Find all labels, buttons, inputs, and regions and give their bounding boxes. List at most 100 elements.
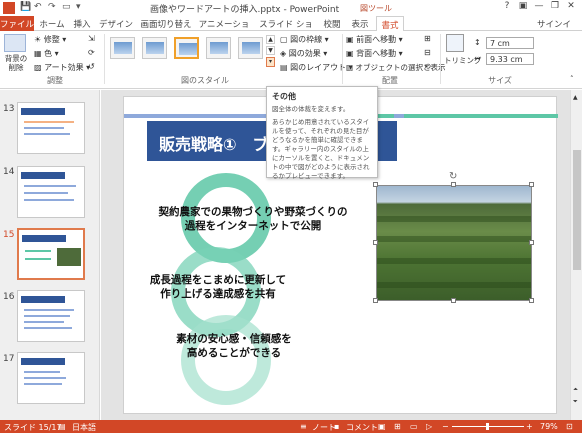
language-indicator[interactable]: 日本語 [72, 422, 96, 433]
vertical-scrollbar[interactable]: ▲ ⏶ ⏷ [570, 90, 582, 420]
restore-button[interactable]: ❐ [548, 1, 562, 14]
rotate-icon[interactable]: ⟲ [424, 62, 431, 71]
cycle-item-text[interactable]: 成長過程をこまめに更新して 作り上げる達成感を共有 [138, 273, 298, 301]
slide-thumbnail[interactable] [17, 290, 85, 342]
help-button[interactable]: ? [500, 1, 514, 14]
picture-border-button[interactable]: ▢ 図の枠線 ▾ [280, 34, 329, 45]
tab-home[interactable]: ホーム [38, 16, 66, 31]
width-icon: ↔ [474, 54, 481, 63]
remove-background-button[interactable]: 背景の 削除 [2, 54, 30, 72]
selection-pane-label: オブジェクトの選択と表示 [355, 63, 446, 72]
zoom-in-icon[interactable]: + [526, 422, 533, 431]
resize-handle[interactable] [451, 298, 456, 303]
gallery-scroll-down-icon[interactable]: ▼ [266, 46, 275, 55]
reading-view-icon[interactable]: ▭ [410, 422, 418, 431]
normal-view-icon[interactable]: ▣ [378, 422, 386, 431]
tab-view[interactable]: 表示 [348, 16, 372, 31]
tooltip-title: その他 [272, 92, 296, 101]
next-slide-icon[interactable]: ⏷ [573, 398, 578, 406]
start-slideshow-icon[interactable]: ▭ [62, 2, 71, 14]
slide-sorter-icon[interactable]: ⊞ [394, 422, 401, 431]
rotate-handle-icon[interactable]: ↻ [449, 171, 457, 182]
bring-forward-button[interactable]: ▣ 前面へ移動 ▾ [346, 34, 403, 45]
customize-qat-icon[interactable]: ▾ [76, 2, 81, 14]
ribbon-display-button[interactable]: ▣ [516, 1, 530, 14]
zoom-level[interactable]: 79% [540, 422, 558, 431]
picture-style-4[interactable] [206, 37, 231, 59]
reset-picture-icon[interactable]: ↺ [88, 62, 95, 71]
tab-design[interactable]: デザイン [98, 16, 134, 31]
group-objects-icon[interactable]: ⊟ [424, 48, 431, 57]
scroll-up-icon[interactable]: ▲ [573, 94, 578, 101]
undo-icon[interactable]: ↶ [34, 2, 42, 14]
tab-animations[interactable]: アニメーション [196, 16, 252, 42]
slide-thumbnail[interactable] [17, 352, 85, 404]
tab-slideshow[interactable]: スライド ショー [256, 16, 316, 42]
height-icon: ↕ [474, 38, 481, 47]
resize-handle[interactable] [373, 298, 378, 303]
send-backward-button[interactable]: ▣ 背面へ移動 ▾ [346, 48, 403, 59]
gallery-scroll-up-icon[interactable]: ▲ [266, 35, 275, 44]
crop-icon[interactable] [446, 34, 464, 52]
resize-handle[interactable] [529, 240, 534, 245]
width-input[interactable]: 9.33 cm [486, 53, 534, 65]
picture-border-icon: ▢ [280, 35, 288, 44]
slide-thumbnail-selected[interactable] [17, 228, 85, 280]
cabbage-field-photo[interactable] [376, 185, 532, 301]
color-button[interactable]: ▦ 色 ▾ [34, 48, 59, 59]
zoom-out-icon[interactable]: − [442, 422, 449, 431]
resize-handle[interactable] [529, 298, 534, 303]
comments-button[interactable]: コメント [346, 422, 378, 433]
cycle-ring[interactable] [181, 315, 271, 405]
fit-to-window-icon[interactable]: ⊡ [566, 422, 573, 431]
close-button[interactable]: ✕ [564, 1, 578, 14]
picture-style-2[interactable] [142, 37, 167, 59]
tab-file[interactable]: ファイル [0, 16, 34, 31]
slide-number: 16 [3, 292, 15, 302]
picture-effects-button[interactable]: ◈ 図の効果 ▾ [280, 48, 327, 59]
tab-review[interactable]: 校閲 [320, 16, 344, 31]
tab-format[interactable]: 書式 [376, 16, 404, 32]
resize-handle[interactable] [451, 182, 456, 187]
separator [440, 34, 441, 84]
picture-layout-icon: ▤ [280, 63, 288, 72]
height-input[interactable]: 7 cm [486, 37, 534, 49]
save-icon[interactable]: 💾 [20, 2, 31, 14]
cycle-item-text[interactable]: 契約農家での果物づくりや野菜づくりの 過程をインターネットで公開 [138, 205, 368, 233]
tab-insert[interactable]: 挿入 [70, 16, 94, 31]
remove-background-icon[interactable] [4, 34, 26, 52]
slide-stripe-accent [404, 114, 558, 118]
collapse-ribbon-icon[interactable]: ˄ [570, 75, 574, 83]
group-adjust-label: 調整 [47, 76, 63, 85]
corrections-button[interactable]: ☀ 修整 ▾ [34, 34, 66, 45]
prev-slide-icon[interactable]: ⏶ [573, 386, 578, 394]
change-picture-icon[interactable]: ⟳ [88, 48, 95, 57]
slide-thumbnail[interactable] [17, 166, 85, 218]
resize-handle[interactable] [373, 182, 378, 187]
gallery-more-button[interactable]: ▾ [266, 57, 275, 67]
redo-icon[interactable]: ↷ [48, 2, 56, 14]
window-title: 画像やワードアートの挿入.pptx - PowerPoint [150, 5, 340, 15]
signin-link[interactable]: サインイン [536, 16, 572, 42]
cycle-item-text[interactable]: 素材の安心感・信頼感を 高めることができる [154, 332, 314, 360]
minimize-button[interactable]: — [532, 1, 546, 14]
separator [104, 34, 105, 84]
compress-icon[interactable]: ⇲ [88, 34, 95, 43]
resize-handle[interactable] [529, 182, 534, 187]
tab-transitions[interactable]: 画面切り替え [140, 16, 192, 31]
contextual-group-label: 図ツール [360, 4, 392, 13]
picture-style-1[interactable] [110, 37, 135, 59]
slideshow-view-icon[interactable]: ▷ [426, 422, 432, 431]
slide-number: 14 [3, 167, 15, 177]
notes-button[interactable]: ノート [312, 422, 336, 433]
scroll-thumb[interactable] [573, 150, 581, 270]
spellcheck-icon[interactable]: ▤ [58, 422, 66, 431]
slide-thumbnail[interactable] [17, 102, 85, 154]
artistic-effects-button[interactable]: ▨ アート効果 ▾ [34, 62, 90, 73]
slide-number: 15 [3, 230, 15, 240]
align-icon[interactable]: ⊞ [424, 34, 431, 43]
zoom-slider-thumb[interactable] [486, 423, 489, 430]
resize-handle[interactable] [373, 240, 378, 245]
picture-style-5[interactable] [238, 37, 263, 59]
picture-style-3[interactable] [174, 37, 199, 59]
